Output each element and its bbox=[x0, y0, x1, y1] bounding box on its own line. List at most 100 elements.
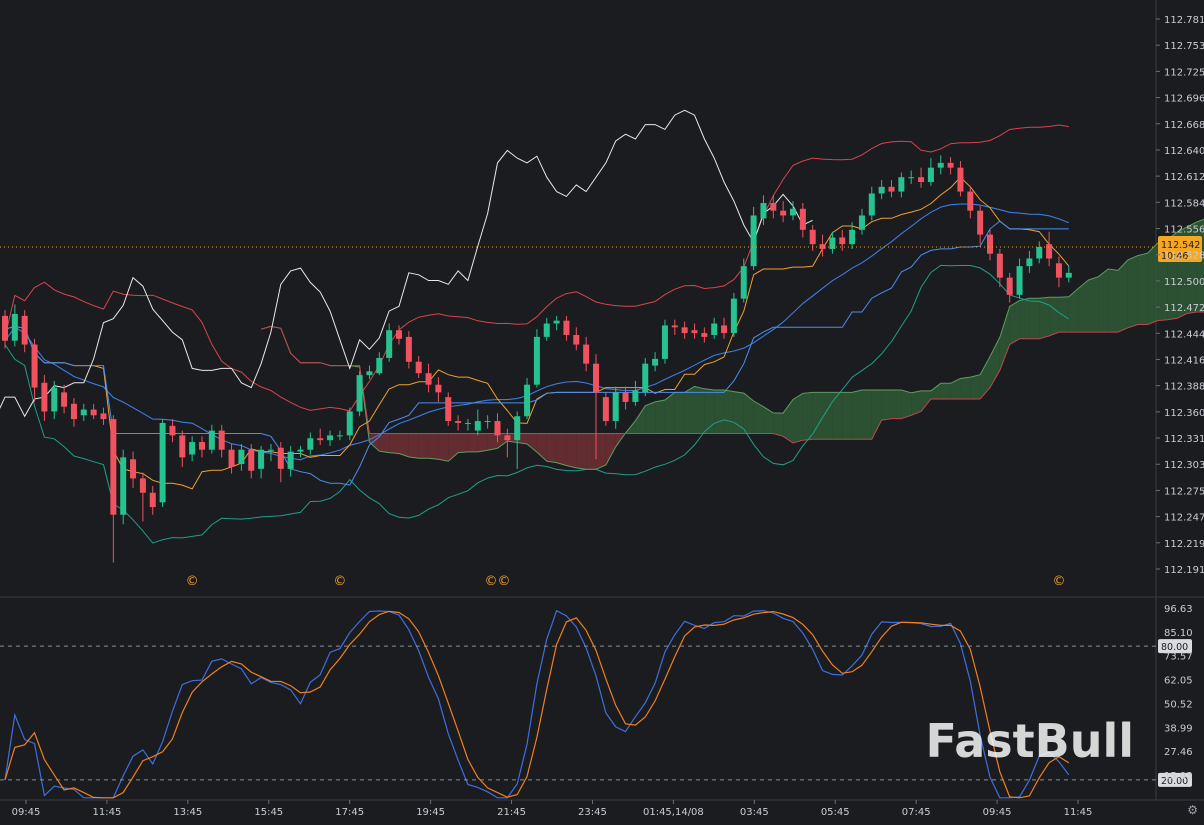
candle-body bbox=[336, 435, 343, 437]
candle-body bbox=[721, 325, 728, 334]
candle-body bbox=[287, 451, 294, 469]
time-tick-label: 07:45 bbox=[902, 807, 931, 818]
candle-body bbox=[602, 397, 609, 422]
candle-body bbox=[1006, 277, 1013, 295]
gear-icon[interactable]: ⚙ bbox=[1187, 803, 1198, 817]
candle-body bbox=[760, 203, 767, 219]
candle-body bbox=[799, 208, 806, 230]
time-tick-label: 11:45 bbox=[1064, 807, 1093, 818]
candle-body bbox=[396, 330, 402, 339]
cloud-segment bbox=[1078, 280, 1089, 333]
price-tick-label: 112.781 bbox=[1164, 15, 1204, 26]
time-tick-label: 13:45 bbox=[173, 807, 202, 818]
candle-body bbox=[888, 186, 895, 192]
candle-body bbox=[652, 358, 659, 366]
candle-body bbox=[484, 421, 491, 423]
forex-chart[interactable]: © © ©© © 112.542 10:46 112.781 112.753 112.725 1… bbox=[0, 0, 1204, 821]
time-tick-label: 19:45 bbox=[416, 807, 445, 818]
candle-body bbox=[248, 449, 255, 471]
candle-body bbox=[110, 419, 117, 515]
candle-body bbox=[947, 162, 954, 168]
candle-body bbox=[100, 413, 107, 420]
price-tick-label: 112.472 bbox=[1164, 303, 1204, 314]
candle-body bbox=[642, 363, 649, 393]
candle-body bbox=[524, 384, 531, 417]
cloud-segment bbox=[674, 392, 685, 434]
candle-body bbox=[730, 298, 737, 334]
cloud-segment bbox=[379, 433, 390, 453]
candle-body bbox=[327, 435, 334, 441]
cloud-segment bbox=[546, 433, 557, 463]
candle-body bbox=[2, 315, 8, 341]
candle-body bbox=[435, 384, 442, 393]
stoch-tick-label: 73.57 bbox=[1164, 652, 1193, 663]
candle-body bbox=[238, 449, 245, 465]
price-tick-label: 112.191 bbox=[1164, 565, 1204, 576]
cloud-segment bbox=[596, 433, 606, 470]
cloud-segment bbox=[428, 433, 439, 460]
candle-body bbox=[425, 373, 432, 385]
time-tick-label: 03:45 bbox=[740, 807, 769, 818]
candle-body bbox=[1016, 266, 1023, 295]
candle-body bbox=[878, 186, 885, 194]
candle-body bbox=[563, 320, 570, 335]
time-tick-label: 11:45 bbox=[93, 807, 122, 818]
event-marker: © bbox=[1052, 574, 1065, 589]
cloud-segment bbox=[418, 433, 429, 459]
cloud-segment bbox=[408, 433, 419, 459]
candle-body bbox=[514, 416, 521, 441]
candle-body bbox=[593, 363, 599, 393]
cloud-segment bbox=[960, 377, 971, 400]
cloud-segment bbox=[704, 388, 715, 434]
time-tick-label: 09:45 bbox=[983, 807, 1012, 818]
cloud-segment bbox=[399, 433, 409, 457]
cloud-segment bbox=[1147, 243, 1158, 325]
candle-body bbox=[790, 208, 796, 216]
candle-body bbox=[41, 382, 48, 412]
cloud-segment bbox=[1029, 298, 1040, 339]
candle-body bbox=[258, 449, 265, 469]
candle-body bbox=[277, 447, 284, 469]
cloud-segment bbox=[566, 433, 577, 468]
candle-body bbox=[307, 438, 314, 450]
candle-body bbox=[179, 435, 186, 458]
candle-body bbox=[612, 392, 619, 422]
price-tick-label: 112.303 bbox=[1164, 460, 1204, 471]
chart-canvas[interactable]: © © ©© © 112.54210:46112.781112.753112.7251… bbox=[0, 0, 1204, 821]
time-tick-label: 09:45 bbox=[12, 807, 41, 818]
candle-body bbox=[21, 315, 28, 345]
candle-body bbox=[31, 344, 38, 388]
candle-body bbox=[780, 210, 787, 216]
cloud-segment bbox=[1187, 221, 1197, 314]
cloud-segment bbox=[477, 433, 488, 452]
time-tick-label: 01:45,14/08 bbox=[643, 807, 704, 818]
candle-body bbox=[987, 234, 993, 254]
event-marker: © bbox=[333, 574, 346, 589]
candle-body bbox=[149, 492, 156, 508]
candle-body bbox=[622, 392, 629, 402]
candle-body bbox=[681, 327, 688, 334]
candle-body bbox=[445, 397, 452, 422]
price-tick-label: 112.247 bbox=[1164, 513, 1204, 524]
cloud-segment bbox=[586, 433, 596, 470]
price-tick-label: 112.528 bbox=[1164, 251, 1204, 262]
candle-body bbox=[376, 357, 383, 374]
candle-body bbox=[1046, 244, 1053, 259]
candle-body bbox=[386, 330, 393, 358]
candle-body bbox=[868, 193, 875, 216]
cloud-segment bbox=[1088, 276, 1099, 333]
cloud-segment bbox=[576, 433, 587, 470]
candle-body bbox=[809, 229, 816, 245]
stoch-tick-label: 27.46 bbox=[1164, 747, 1193, 758]
cloud-segment bbox=[940, 383, 951, 400]
candle-body bbox=[80, 409, 87, 416]
candle-body bbox=[90, 409, 97, 416]
price-tick-label: 112.444 bbox=[1164, 329, 1204, 340]
cloud-segment bbox=[438, 433, 449, 462]
cloud-segment bbox=[724, 389, 734, 434]
cloud-segment bbox=[802, 392, 813, 441]
cloud-segment bbox=[645, 401, 656, 434]
stoch-tick-label: 96.63 bbox=[1164, 604, 1193, 615]
last-price-value: 112.542 bbox=[1161, 240, 1200, 251]
candle-body bbox=[908, 177, 915, 179]
